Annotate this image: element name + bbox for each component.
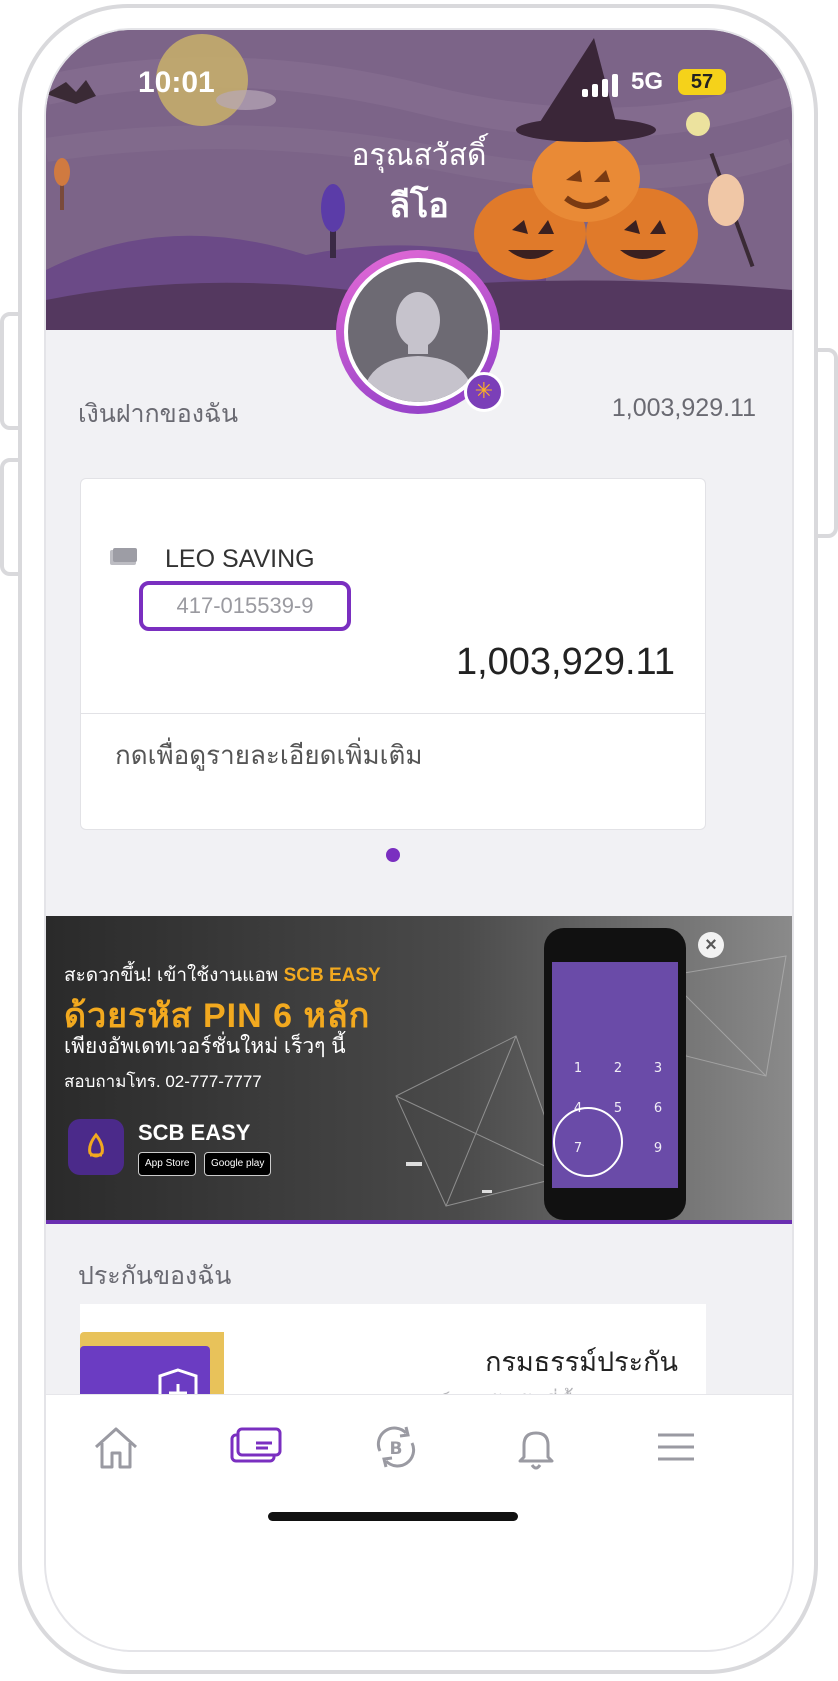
google-play-badge[interactable]: Google play	[204, 1152, 272, 1176]
carousel-page-indicator[interactable]	[386, 848, 400, 862]
banner-subline: เพียงอัพเดทเวอร์ชั่นใหม่ เร็วๆ นี้	[64, 1035, 346, 1058]
account-name: LEO SAVING	[165, 545, 315, 573]
transfer-baht-icon: B	[376, 1426, 416, 1468]
svg-text:2: 2	[614, 1061, 622, 1076]
banner-line-1: สะดวกขึ้น! เข้าใช้งานแอพ SCB EASY	[64, 965, 381, 986]
more-details-link[interactable]: กดเพื่อดูรายละเอียดเพิ่มเติม	[115, 735, 423, 776]
tab-home[interactable]	[86, 1417, 146, 1477]
status-time: 10:01	[138, 66, 215, 99]
tab-accounts[interactable]	[226, 1417, 286, 1477]
card-icon	[230, 1427, 282, 1463]
home-icon	[94, 1427, 138, 1469]
status-bar: 10:01 5G 57	[46, 66, 792, 106]
account-card[interactable]: LEO SAVING 417-015539-9 1,003,929.11 กดเ…	[80, 478, 706, 830]
svg-text:7: 7	[574, 1141, 582, 1156]
tab-notifications[interactable]	[506, 1417, 566, 1477]
bottom-tab-bar: B	[46, 1394, 792, 1650]
insurance-title: กรมธรรม์ประกัน	[485, 1347, 678, 1377]
deposits-label: เงินฝากของฉัน	[78, 400, 239, 428]
banner-phone: สอบถามโทร. 02-777-7777	[64, 1072, 262, 1091]
insurance-label: ประกันของฉัน	[78, 1262, 232, 1290]
card-divider	[81, 713, 705, 714]
menu-icon	[658, 1433, 694, 1461]
tab-transfer[interactable]: B	[366, 1417, 426, 1477]
banner-phone-image: 123 456 79	[544, 928, 686, 1220]
greeting-text: อรุณสวัสดิ์	[351, 139, 487, 172]
user-name: ลีโอ	[389, 187, 449, 225]
banner-app-name: SCB EASY	[138, 1120, 251, 1145]
battery-icon: 57	[678, 69, 726, 95]
svg-text:6: 6	[654, 1101, 662, 1116]
svg-text:5: 5	[614, 1101, 622, 1116]
signal-icon	[582, 74, 618, 97]
bell-icon	[518, 1431, 554, 1470]
svg-text:3: 3	[654, 1061, 662, 1076]
home-indicator[interactable]	[268, 1512, 518, 1521]
sparkle-badge-icon: ✳	[464, 372, 504, 412]
banner-underline	[46, 1220, 792, 1224]
network-type: 5G	[631, 68, 664, 95]
tab-menu[interactable]	[646, 1417, 706, 1477]
svg-text:B: B	[390, 1439, 403, 1459]
scb-easy-logo-icon	[68, 1119, 124, 1175]
close-banner-icon[interactable]: ×	[698, 932, 724, 958]
svg-text:1: 1	[574, 1061, 582, 1076]
account-balance: 1,003,929.11	[455, 641, 675, 683]
svg-text:9: 9	[654, 1141, 662, 1156]
phone-screen: 10:01 5G 57 อรุณสวัสดิ์ ลีโอ ✳ เงินฝากขอ…	[46, 30, 792, 1650]
deposits-total: 1,003,929.11	[611, 394, 756, 422]
account-number: 417-015539-9	[139, 581, 351, 631]
app-store-badge[interactable]: App Store	[138, 1152, 197, 1176]
bank-card-icon	[110, 548, 137, 565]
promo-banner[interactable]: สะดวกขึ้น! เข้าใช้งานแอพ SCB EASY ด้วยรห…	[46, 916, 792, 1222]
